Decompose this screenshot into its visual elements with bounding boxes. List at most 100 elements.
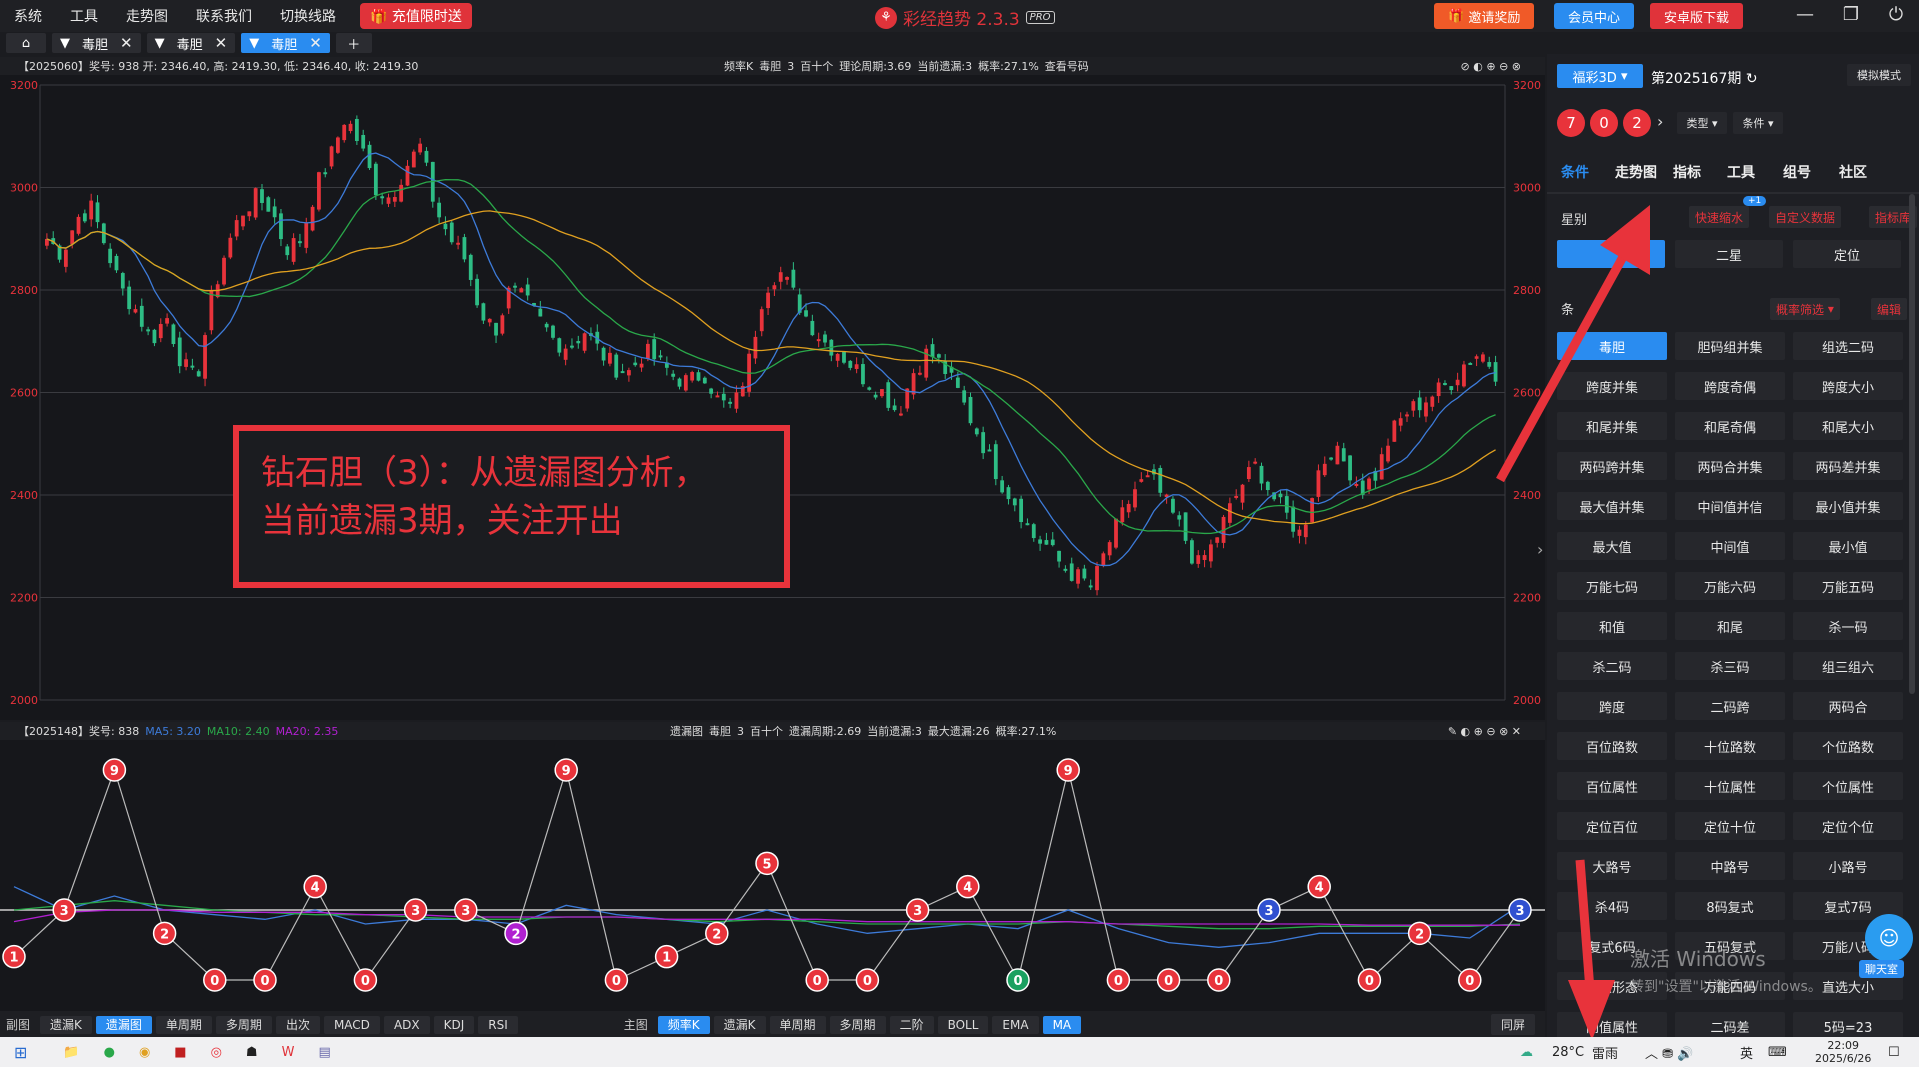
main-btn-1[interactable]: 遗漏K: [713, 1015, 766, 1034]
main-btn-0[interactable]: 频率K: [657, 1015, 710, 1034]
main-btn-4[interactable]: 二阶: [889, 1015, 934, 1034]
omission-point[interactable]: 3: [1257, 898, 1281, 922]
cond-btn-13[interactable]: 中间值并信: [1675, 492, 1785, 520]
nav-tab-1[interactable]: 走势图: [1615, 162, 1657, 182]
sub-btn-7[interactable]: KDJ: [433, 1015, 475, 1034]
cond-btn-19[interactable]: 万能六码: [1675, 572, 1785, 600]
qq-icon[interactable]: ☗: [246, 1045, 258, 1060]
main-btn-5[interactable]: BOLL: [937, 1015, 989, 1034]
prob-filter-select[interactable]: 概率筛选 ▾: [1770, 298, 1840, 320]
cond-btn-4[interactable]: 跨度奇偶: [1675, 372, 1785, 400]
sub-btn-1[interactable]: 遗漏图: [95, 1015, 152, 1034]
cond-btn-25[interactable]: 杀三码: [1675, 652, 1785, 680]
main-btn-6[interactable]: EMA: [992, 1015, 1039, 1034]
lottery-select[interactable]: 福彩3D ▾: [1557, 64, 1643, 88]
cond-btn-20[interactable]: 万能五码: [1793, 572, 1903, 600]
caijing-icon[interactable]: ◎: [211, 1045, 222, 1060]
keyboard-icon[interactable]: ⌨: [1768, 1045, 1787, 1060]
omission-point[interactable]: 2: [705, 921, 729, 946]
cond-btn-2[interactable]: 组选二码: [1793, 332, 1903, 360]
quick-shrink-link[interactable]: 快速缩水: [1689, 206, 1750, 228]
chat-bot-icon[interactable]: ☺: [1865, 914, 1913, 962]
omission-point[interactable]: 0: [1156, 968, 1181, 992]
sub-btn-6[interactable]: ADX: [383, 1015, 430, 1034]
notes-icon[interactable]: ▤: [318, 1045, 330, 1060]
candlestick-chart[interactable]: 3200 32003000 30002800 28002600 26002400 2400…: [0, 75, 1545, 720]
windows-start-icon[interactable]: ⊞: [14, 1043, 27, 1062]
menu-switch-line[interactable]: 切换线路: [266, 6, 350, 26]
top-stat-7[interactable]: 查看号码: [1045, 60, 1089, 73]
sub-btn-5[interactable]: MACD: [323, 1015, 380, 1034]
cond-btn-22[interactable]: 和尾: [1675, 612, 1785, 640]
menu-system[interactable]: 系统: [0, 6, 56, 26]
main-btn-3[interactable]: 多周期: [829, 1015, 886, 1034]
tab-2[interactable]: ▼ 毒胆 ✕: [146, 33, 236, 53]
chrome-icon[interactable]: ◉: [139, 1045, 150, 1060]
menu-contact[interactable]: 联系我们: [182, 6, 266, 26]
minimize-icon[interactable]: —: [1790, 4, 1820, 25]
omission-point[interactable]: 0: [203, 968, 227, 992]
restore-icon[interactable]: ❐: [1836, 4, 1866, 25]
omission-point[interactable]: 1: [654, 944, 679, 969]
omission-point[interactable]: 0: [253, 968, 277, 992]
scrollbar[interactable]: [1909, 194, 1915, 694]
cond-btn-5[interactable]: 跨度大小: [1793, 372, 1903, 400]
omission-point[interactable]: 0: [353, 968, 378, 992]
omission-point[interactable]: 1: [2, 944, 26, 969]
tray-icons[interactable]: ︿ ⛃ 🔊: [1645, 1043, 1693, 1062]
cond-btn-31[interactable]: 十位路数: [1675, 732, 1785, 760]
member-center-button[interactable]: 会员中心: [1554, 3, 1635, 29]
cond-btn-17[interactable]: 最小值: [1793, 532, 1903, 560]
cond-btn-35[interactable]: 个位属性: [1793, 772, 1903, 800]
sim-mode-button[interactable]: 模拟模式: [1847, 64, 1911, 86]
candlestick-panel[interactable]: 3200 3200 3000 3000 2800 2800 2600 2600 2400 2400…: [0, 75, 1545, 720]
nav-tab-0[interactable]: 条件: [1561, 162, 1589, 182]
omission-point[interactable]: 4: [956, 874, 980, 899]
nav-tab-2[interactable]: 指标: [1673, 162, 1701, 182]
close-tab-icon[interactable]: ✕: [309, 34, 322, 52]
omission-panel[interactable]: 1392004033290125003409000340203: [0, 740, 1545, 1011]
notification-icon[interactable]: ☐: [1888, 1045, 1900, 1060]
tab-1[interactable]: ▼ 毒胆 ✕: [52, 33, 141, 53]
omission-point[interactable]: 3: [52, 898, 76, 922]
omission-point[interactable]: 0: [805, 968, 829, 992]
main-btn-2[interactable]: 单周期: [769, 1015, 826, 1034]
menu-tools[interactable]: 工具: [56, 6, 112, 26]
omission-point[interactable]: 0: [1006, 968, 1030, 992]
cond-btn-32[interactable]: 个位路数: [1793, 732, 1903, 760]
omission-point[interactable]: 2: [504, 921, 528, 946]
main-btn-7[interactable]: MA: [1042, 1015, 1082, 1034]
sub-btn-0[interactable]: 遗漏K: [40, 1015, 92, 1034]
star-two-button[interactable]: 二星: [1675, 240, 1783, 268]
omission-point[interactable]: 9: [102, 758, 127, 782]
omission-point[interactable]: 0: [604, 968, 629, 992]
cond-btn-10[interactable]: 两码合并集: [1675, 452, 1785, 480]
cond-btn-41[interactable]: 小路号: [1793, 852, 1903, 880]
omission-point[interactable]: 2: [1407, 921, 1432, 946]
clock[interactable]: 22:09 2025/6/26: [1815, 1039, 1871, 1065]
android-download-button[interactable]: 安卓版下载: [1650, 3, 1744, 29]
type-select[interactable]: 类型 ▾: [1677, 112, 1727, 134]
promo-button[interactable]: 🎁 充值限时送: [360, 3, 472, 29]
close-tab-icon[interactable]: ✕: [215, 34, 228, 52]
omission-point[interactable]: 9: [1056, 758, 1080, 782]
cond-btn-1[interactable]: 胆码组并集: [1675, 332, 1785, 360]
tab-3[interactable]: ▼ 毒胆 ✕: [241, 33, 330, 53]
sub-btn-4[interactable]: 出次: [275, 1015, 320, 1034]
omission-chart[interactable]: 13920 0403 32901250 034090 0 0340203: [0, 740, 1545, 1011]
cond-btn-43[interactable]: 8码复式: [1675, 892, 1785, 920]
cond-btn-34[interactable]: 十位属性: [1675, 772, 1785, 800]
file-explorer-icon[interactable]: 📁: [63, 1045, 79, 1060]
home-tab[interactable]: ⌂: [6, 33, 46, 53]
cond-btn-53[interactable]: 5码=23: [1793, 1012, 1903, 1040]
cond-btn-7[interactable]: 和尾奇偶: [1675, 412, 1785, 440]
chat-room-label[interactable]: 聊天室: [1859, 960, 1904, 978]
cond-btn-40[interactable]: 中路号: [1675, 852, 1785, 880]
custom-data-link[interactable]: 自定义数据: [1769, 206, 1842, 228]
omission-point[interactable]: 5: [755, 851, 779, 876]
omission-point[interactable]: 3: [403, 898, 428, 922]
cond-btn-16[interactable]: 中间值: [1675, 532, 1785, 560]
sub-btn-8[interactable]: RSI: [478, 1015, 518, 1034]
add-tab-button[interactable]: ＋: [335, 33, 372, 53]
cond-btn-23[interactable]: 杀一码: [1793, 612, 1903, 640]
